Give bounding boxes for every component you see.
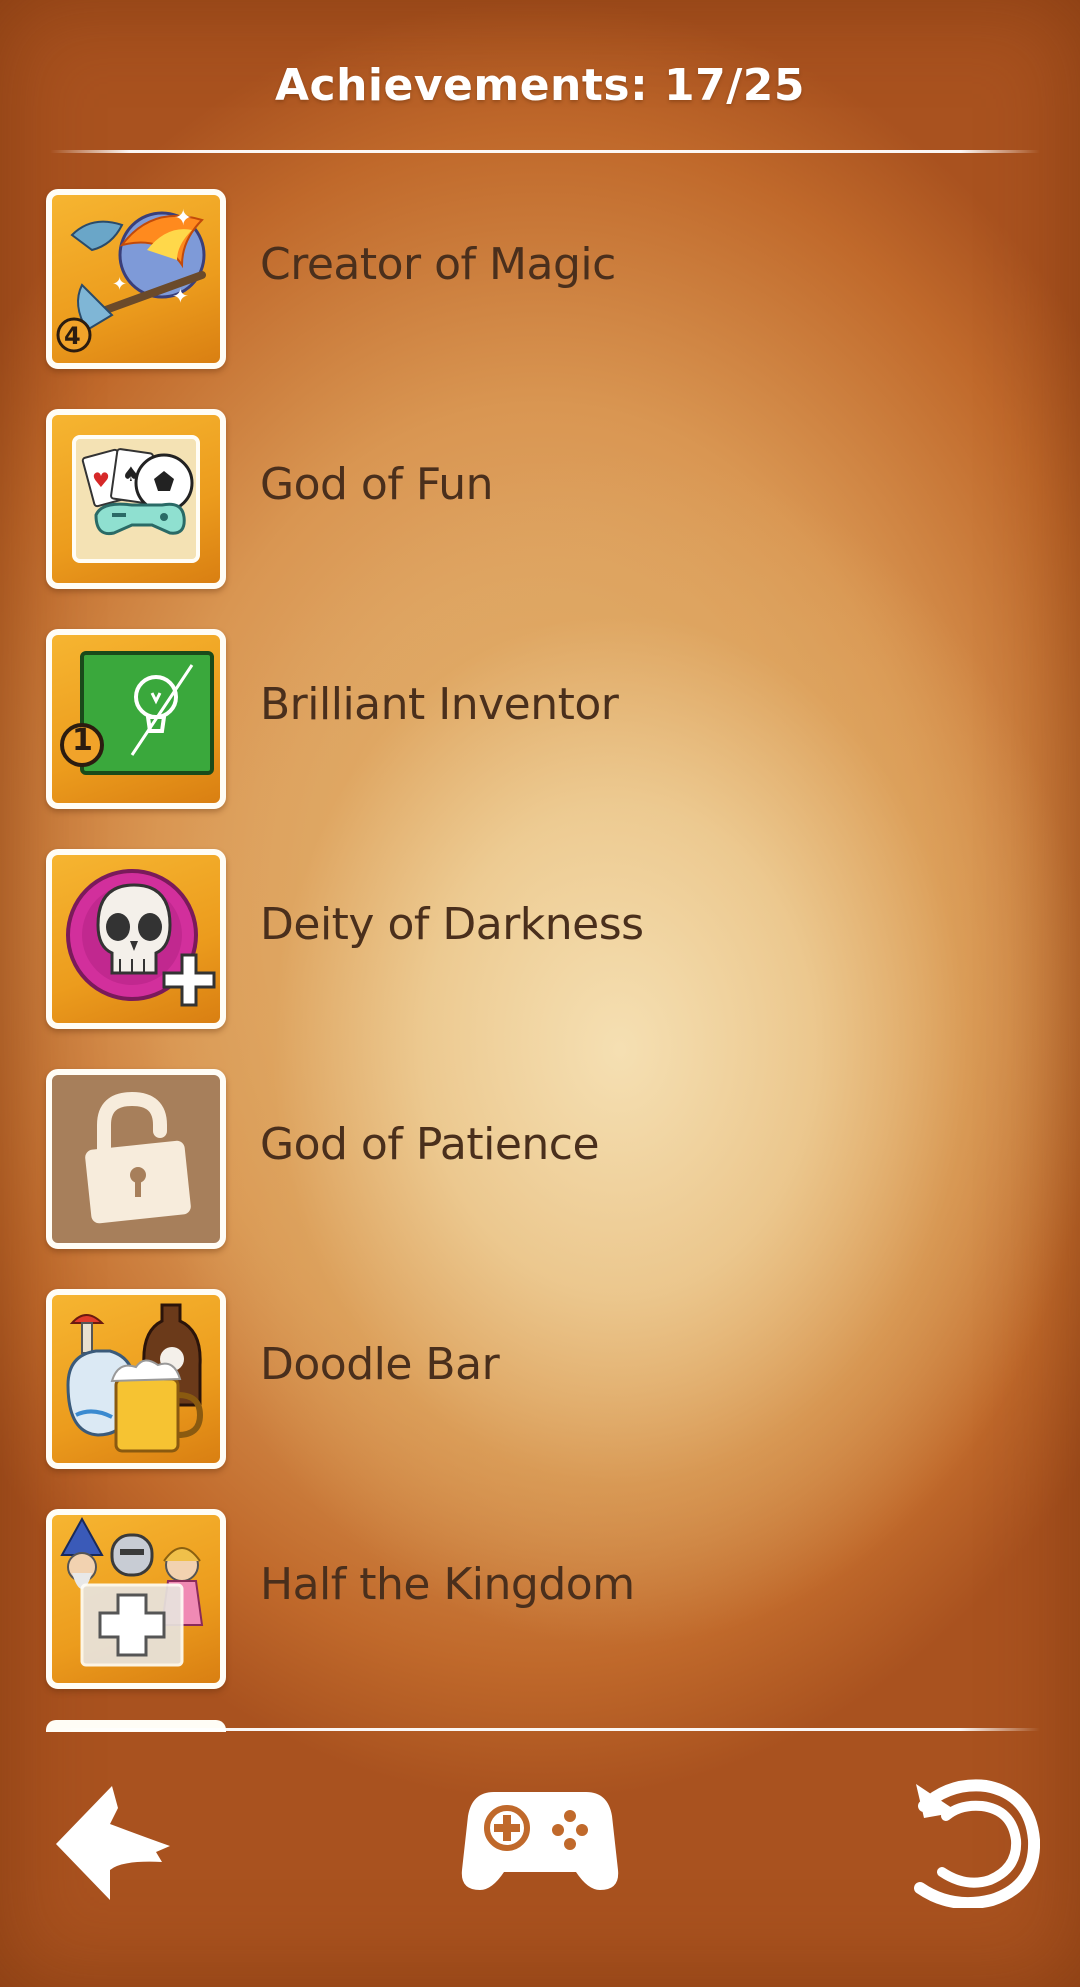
unlocked-padlock-icon [46,1069,226,1249]
undo-refresh-icon [914,1779,1041,1910]
games-toys-icon: ♥ ♠ [46,409,226,589]
page-title: Achievements: 17/25 [274,60,806,111]
achievement-label: Deity of Darkness [260,899,644,950]
svg-text:✦: ✦ [174,206,192,231]
bottom-divider [50,1728,1040,1731]
drinks-bar-icon [46,1289,226,1469]
achievement-item-half-the-kingdom[interactable]: Half the Kingdom [46,1509,946,1691]
badge-number: 1 [72,723,93,758]
achievement-label: Creator of Magic [260,239,616,290]
achievement-label: Doodle Bar [260,1339,500,1390]
achievement-item-god-of-patience[interactable]: God of Patience [46,1069,946,1251]
achievement-label: Half the Kingdom [260,1559,635,1610]
back-arrow-icon [56,1786,170,1900]
lightbulb-blackboard-icon: 1 [46,629,226,809]
reset-button[interactable] [902,1776,1041,1910]
achievement-item-god-of-fun[interactable]: ♥ ♠ God of Fun [46,409,946,591]
svg-text:✦: ✦ [112,274,127,295]
magic-fireball-icon: ✦ ✦ ✦ 4 [46,189,226,369]
achievement-label: God of Fun [260,459,494,510]
games-button[interactable] [460,1786,620,1896]
back-button[interactable] [52,1782,172,1902]
top-divider [50,150,1040,153]
achievement-item-deity-of-darkness[interactable]: Deity of Darkness [46,849,946,1031]
wizard-knight-princess-icon [46,1509,226,1689]
badge-number: 4 [64,322,81,350]
achievement-item-brilliant-inventor[interactable]: 1 Brilliant Inventor [46,629,946,811]
svg-text:✦: ✦ [172,284,189,308]
gamepad-icon [461,1792,619,1890]
achievements-list[interactable]: ✦ ✦ ✦ 4 Creator of Magic ♥ ♠ God of Fun … [0,185,1080,1725]
achievement-label: Brilliant Inventor [260,679,619,730]
achievement-label: God of Patience [260,1119,600,1170]
achievement-item-creator-of-magic[interactable]: ✦ ✦ ✦ 4 Creator of Magic [46,189,946,371]
achievement-item-doodle-bar[interactable]: Doodle Bar [46,1289,946,1471]
svg-text:♥: ♥ [92,468,110,492]
skull-icon [46,849,226,1029]
